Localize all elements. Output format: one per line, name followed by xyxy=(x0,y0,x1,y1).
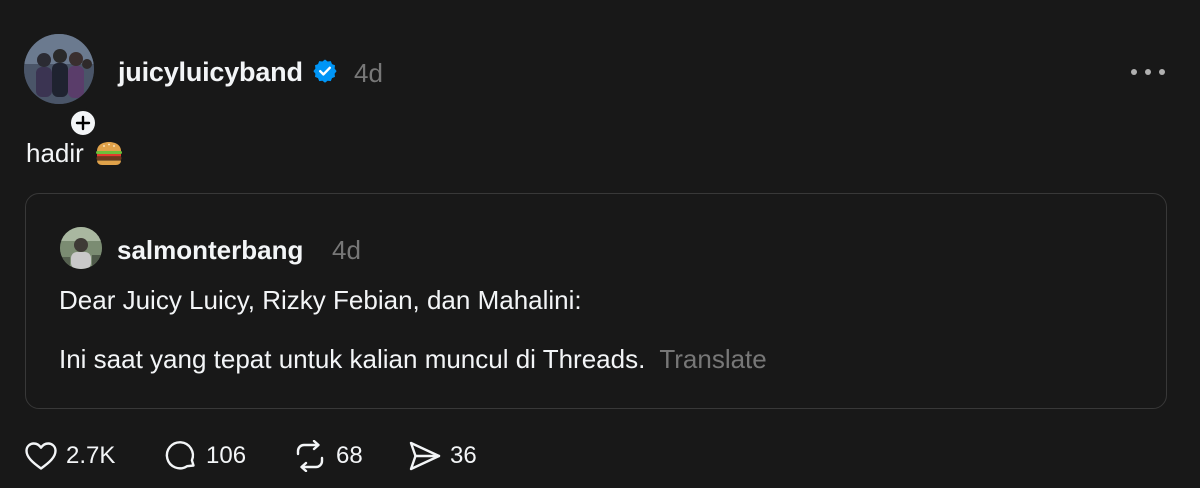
comment-icon xyxy=(165,441,195,470)
more-options-icon xyxy=(1131,69,1165,75)
post-body: hadir xyxy=(26,137,124,169)
quoted-post-timestamp[interactable]: 4d xyxy=(332,234,361,266)
more-options-button[interactable] xyxy=(1128,60,1168,84)
author-username[interactable]: juicyluicyband xyxy=(118,56,303,88)
reply-button[interactable]: 106 xyxy=(164,438,246,474)
post-text: hadir xyxy=(26,138,84,168)
verified-badge-icon xyxy=(313,59,337,83)
share-count: 36 xyxy=(450,442,477,469)
translate-link[interactable]: Translate xyxy=(659,344,766,374)
like-count: 2.7K xyxy=(66,442,116,469)
share-button[interactable]: 36 xyxy=(408,438,477,474)
quoted-post-text-line2: Ini saat yang tepat untuk kalian muncul … xyxy=(59,343,767,375)
like-button[interactable]: 2.7K xyxy=(24,438,115,474)
author-avatar-container[interactable] xyxy=(24,34,98,138)
heart-icon xyxy=(25,442,57,470)
share-send-icon xyxy=(409,441,441,471)
thread-post: juicyluicyband 4d hadir salmonterbang 4d… xyxy=(0,0,1200,488)
repost-button[interactable]: 68 xyxy=(292,438,363,474)
quoted-post-text-line1: Dear Juicy Luicy, Rizky Febian, dan Maha… xyxy=(59,285,582,315)
post-timestamp[interactable]: 4d xyxy=(354,57,383,89)
repost-icon xyxy=(296,440,324,472)
quoted-post-card[interactable]: salmonterbang 4d Dear Juicy Luicy, Rizky… xyxy=(25,193,1167,409)
quoted-author-avatar[interactable] xyxy=(60,227,102,269)
reply-count: 106 xyxy=(206,442,247,469)
hamburger-emoji-icon xyxy=(95,142,122,165)
author-avatar[interactable] xyxy=(24,34,94,104)
repost-count: 68 xyxy=(336,442,363,469)
quoted-post-text-line2-content: Ini saat yang tepat untuk kalian muncul … xyxy=(59,344,646,374)
quoted-author-username[interactable]: salmonterbang xyxy=(117,234,303,266)
follow-plus-icon[interactable] xyxy=(68,108,98,138)
